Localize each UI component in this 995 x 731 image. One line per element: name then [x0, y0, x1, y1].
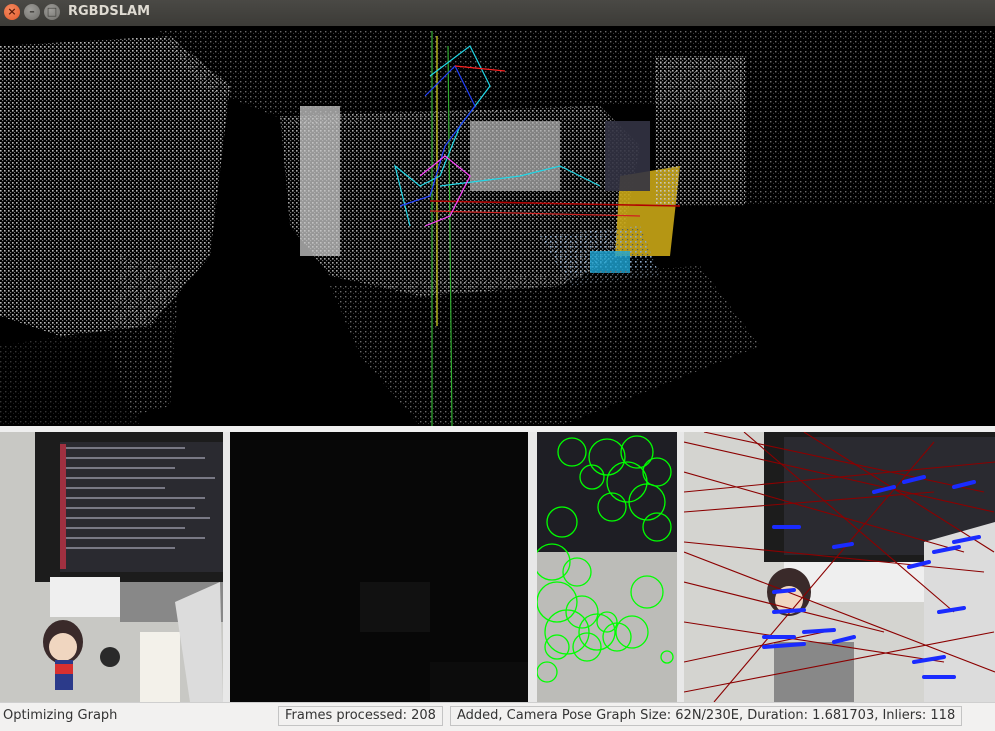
point-cloud-3d-viewer[interactable] [0, 26, 995, 426]
minimize-button[interactable]: – [24, 4, 40, 20]
window-titlebar[interactable]: × – □ RGBDSLAM [0, 0, 995, 27]
maximize-icon: □ [46, 5, 58, 18]
keypoints-image [537, 432, 677, 702]
maximize-button[interactable]: □ [44, 4, 60, 20]
panel-divider[interactable] [528, 432, 537, 702]
rgb-image [0, 432, 223, 702]
depth-image-view [230, 432, 528, 702]
status-bar: Optimizing Graph Frames processed: 208 A… [0, 702, 995, 731]
matches-image [684, 432, 995, 702]
close-icon: × [7, 5, 17, 18]
window-title: RGBDSLAM [68, 4, 151, 19]
panel-divider[interactable] [223, 432, 230, 702]
frames-processed-label: Frames processed: 208 [278, 706, 443, 726]
status-message: Optimizing Graph [3, 708, 118, 723]
pose-graph-status-label: Added, Camera Pose Graph Size: 62N/230E,… [450, 706, 963, 726]
close-button[interactable]: × [4, 4, 20, 20]
panel-divider[interactable] [677, 432, 684, 702]
point-cloud-canvas [0, 31, 995, 426]
feature-matches-view [684, 432, 995, 702]
feature-keypoints-view [537, 432, 677, 702]
rgb-image-view [0, 432, 223, 702]
minimize-icon: – [29, 5, 35, 18]
depth-image [230, 432, 528, 702]
